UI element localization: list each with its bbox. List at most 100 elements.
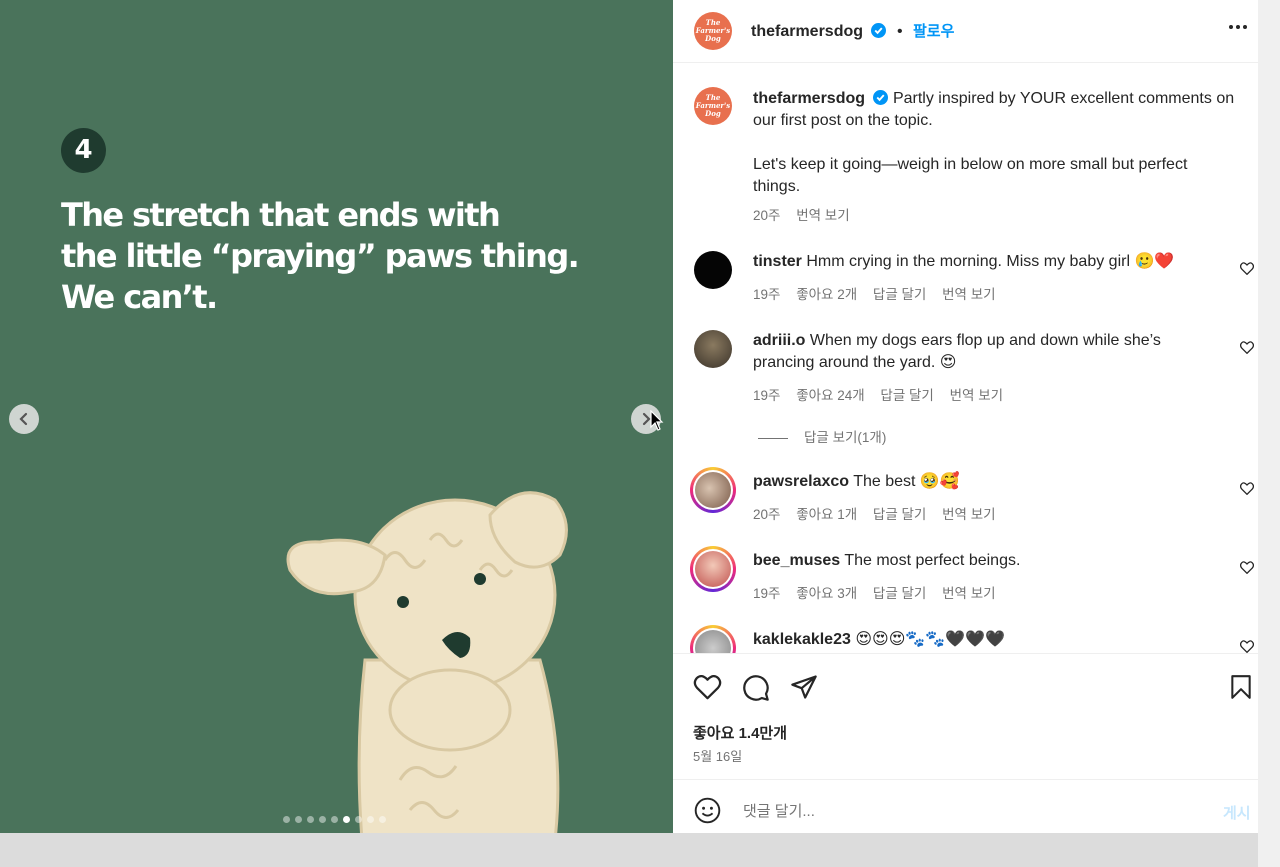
page-background-right: [1258, 0, 1280, 867]
view-replies-label[interactable]: 답글 보기(1개): [804, 430, 886, 445]
carousel-indicator: [283, 816, 386, 823]
add-comment-bar: 게시: [673, 779, 1258, 834]
reply-button[interactable]: 답글 달기: [873, 586, 926, 601]
comment-likes[interactable]: 좋아요 2개: [796, 287, 857, 302]
reply-button[interactable]: 답글 달기: [873, 287, 926, 302]
comment-bubble-icon[interactable]: [742, 674, 770, 702]
like-heart-icon[interactable]: [693, 674, 722, 700]
chevron-left-icon: [19, 412, 28, 426]
story-ring-avatar[interactable]: [690, 625, 736, 653]
caption-meta: 20주 번역 보기: [753, 204, 862, 224]
post-sidebar: The Farmer's Dog thefarmersdog • 팔로우 The…: [673, 0, 1258, 833]
save-bookmark-icon[interactable]: [1229, 674, 1253, 700]
caption-text-2: Let's keep it going—weigh in below on mo…: [753, 156, 1188, 195]
verified-badge-icon: [873, 90, 889, 105]
comment-username[interactable]: adriii.o: [753, 332, 805, 349]
comment-body: pawsrelaxco The best 🥹🥰: [753, 471, 1223, 493]
comment-likes[interactable]: 좋아요 3개: [796, 586, 857, 601]
translate-link[interactable]: 번역 보기: [942, 586, 995, 601]
carousel-dot: [319, 816, 326, 823]
comment-meta: 19주 좋아요 2개 답글 달기 번역 보기: [753, 283, 1008, 303]
comment-age: 19주: [753, 388, 781, 403]
mouse-cursor-icon: [650, 410, 664, 431]
headline-line: the little “praying” paws thing.: [61, 237, 580, 275]
step-number-badge: 4: [61, 128, 106, 173]
post-media[interactable]: 4 The stretch that ends with the little …: [0, 0, 673, 833]
header-username[interactable]: thefarmersdog: [751, 23, 863, 40]
translate-link[interactable]: 번역 보기: [796, 208, 849, 223]
like-comment-heart-icon[interactable]: [1240, 482, 1254, 495]
reply-button[interactable]: 답글 달기: [880, 388, 933, 403]
carousel-prev-button[interactable]: [9, 404, 39, 434]
likes-count[interactable]: 좋아요 1.4만개: [693, 722, 787, 743]
verified-badge-icon: [871, 23, 887, 38]
carousel-dot: [355, 816, 362, 823]
dog-illustration: [286, 491, 568, 833]
caption-username[interactable]: thefarmersdog: [753, 90, 865, 107]
header-separator: •: [896, 23, 903, 40]
comment-text: Hmm crying in the morning. Miss my baby …: [806, 253, 1175, 270]
translate-link[interactable]: 번역 보기: [942, 287, 995, 302]
like-comment-heart-icon[interactable]: [1240, 262, 1254, 275]
post-date: 5월 16일: [693, 749, 743, 764]
comment-likes[interactable]: 좋아요 24개: [796, 388, 864, 403]
logo-text: The Farmer's Dog: [695, 18, 731, 43]
comment-username[interactable]: tinster: [753, 253, 802, 270]
carousel-dot: [379, 816, 386, 823]
comment-meta: 19주 좋아요 3개 답글 달기 번역 보기: [753, 582, 1008, 602]
translate-link[interactable]: 번역 보기: [942, 507, 995, 522]
brand-avatar[interactable]: The Farmer's Dog: [694, 12, 732, 50]
comment-body: bee_muses The most perfect beings.: [753, 550, 1223, 572]
comment-text: 😍😍😍🐾🐾🖤🖤🖤: [855, 631, 1005, 648]
page-background-bottom: [0, 830, 1280, 867]
reply-button[interactable]: 답글 달기: [873, 507, 926, 522]
comment-meta: 20주 좋아요 1개 답글 달기 번역 보기: [753, 503, 1008, 523]
carousel-dot: [295, 816, 302, 823]
header-user-row: thefarmersdog • 팔로우: [751, 20, 954, 41]
emoji-smiley-icon[interactable]: [694, 797, 721, 824]
comment-text: The most perfect beings.: [844, 552, 1021, 569]
like-comment-heart-icon[interactable]: [1240, 640, 1254, 653]
caption-age: 20주: [753, 208, 781, 223]
comment-meta: 19주 좋아요 24개 답글 달기 번역 보기: [753, 384, 1015, 404]
carousel-dot: [331, 816, 338, 823]
carousel-dot: [283, 816, 290, 823]
carousel-dot: [367, 816, 374, 823]
comment-age: 19주: [753, 586, 781, 601]
carousel-dot-active: [343, 816, 350, 823]
comment-age: 20주: [753, 507, 781, 522]
more-options-icon[interactable]: [1228, 24, 1248, 30]
comment-body: tinster Hmm crying in the morning. Miss …: [753, 251, 1223, 273]
comment-username[interactable]: bee_muses: [753, 552, 840, 569]
comment-username[interactable]: pawsrelaxco: [753, 473, 849, 490]
story-ring-avatar[interactable]: [690, 467, 736, 513]
headline-line: The stretch that ends with: [61, 196, 501, 234]
avatar[interactable]: [694, 251, 732, 289]
post-actions: 좋아요 1.4만개 5월 16일: [673, 653, 1258, 780]
story-ring-avatar[interactable]: [690, 546, 736, 592]
post-comment-button[interactable]: 게시: [1223, 802, 1251, 823]
view-replies[interactable]: 답글 보기(1개): [758, 426, 898, 446]
follow-button[interactable]: 팔로우: [913, 23, 954, 40]
avatar[interactable]: [694, 330, 732, 368]
share-paper-plane-icon[interactable]: [790, 673, 818, 701]
like-comment-heart-icon[interactable]: [1240, 561, 1254, 574]
caption-avatar[interactable]: The Farmer's Dog: [694, 87, 732, 125]
comment-age: 19주: [753, 287, 781, 302]
comment-text: When my dogs ears flop up and down while…: [753, 332, 1161, 371]
post-header: The Farmer's Dog thefarmersdog • 팔로우: [673, 0, 1258, 63]
headline-line: We can’t.: [61, 278, 218, 316]
comment-likes[interactable]: 좋아요 1개: [796, 507, 857, 522]
comment-body: kaklekakle23 😍😍😍🐾🐾🖤🖤🖤: [753, 629, 1223, 651]
like-comment-heart-icon[interactable]: [1240, 341, 1254, 354]
comment-input[interactable]: [741, 802, 1185, 821]
caption-block: thefarmersdog Partly inspired by YOUR ex…: [753, 88, 1238, 198]
translate-link[interactable]: 번역 보기: [950, 388, 1003, 403]
comment-text: The best 🥹🥰: [853, 473, 960, 490]
carousel-dot: [307, 816, 314, 823]
comments-list[interactable]: The Farmer's Dog thefarmersdog Partly in…: [673, 63, 1258, 653]
comment-body: adriii.o When my dogs ears flop up and d…: [753, 330, 1223, 374]
logo-text: The Farmer's Dog: [695, 93, 731, 118]
comment-username[interactable]: kaklekakle23: [753, 631, 851, 648]
media-headline: The stretch that ends with the little “p…: [61, 195, 621, 318]
